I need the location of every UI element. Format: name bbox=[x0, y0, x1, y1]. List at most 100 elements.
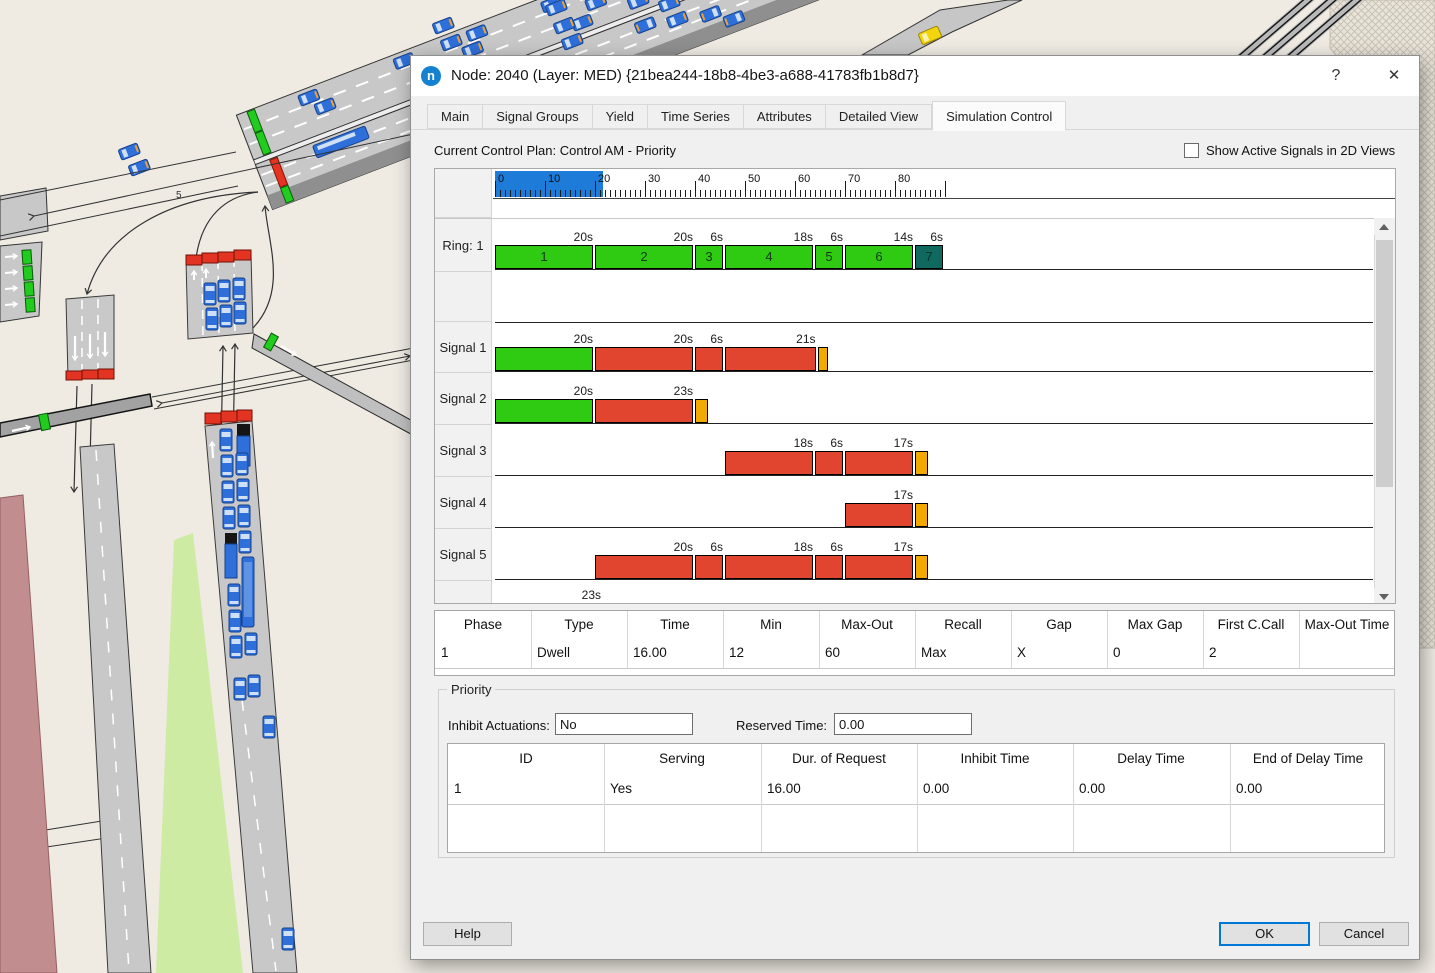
priority-table-cell: 0.00 bbox=[917, 781, 1073, 799]
phase-table-header: Max Gap bbox=[1107, 617, 1203, 635]
ruler-tick bbox=[520, 190, 521, 197]
phase-table-cell[interactable]: 12 bbox=[723, 645, 819, 663]
ruler-tick bbox=[590, 190, 591, 197]
phase-table-cell[interactable]: 0 bbox=[1107, 645, 1203, 663]
row-label-empty bbox=[435, 581, 492, 604]
ruler-tick bbox=[615, 190, 616, 197]
ruler-tick bbox=[815, 190, 816, 197]
ruler-tick bbox=[695, 181, 696, 197]
ruler-tick bbox=[880, 190, 881, 197]
tab-attributes[interactable]: Attributes bbox=[744, 104, 826, 129]
ring-phase-number: 6 bbox=[846, 249, 912, 264]
ruler-tick-label: 80 bbox=[898, 173, 910, 185]
ruler-tick bbox=[570, 190, 571, 197]
dialog-help-icon[interactable]: ? bbox=[1323, 56, 1349, 96]
ruler-tick bbox=[925, 190, 926, 197]
phase-table-header: Gap bbox=[1011, 617, 1107, 635]
row-label-signal-3: Signal 3 bbox=[435, 425, 492, 477]
row-baseline bbox=[495, 371, 1373, 372]
signal-state-segment bbox=[845, 503, 913, 527]
row-label-empty bbox=[435, 272, 492, 322]
segment-duration-label: 17s bbox=[869, 540, 913, 554]
ruler-tick bbox=[600, 190, 601, 197]
west-approach bbox=[0, 242, 42, 322]
signal-state-segment bbox=[725, 451, 813, 475]
rows-top-divider bbox=[435, 218, 1396, 219]
segment-duration-label: 20s bbox=[549, 384, 593, 398]
tab-signal-groups[interactable]: Signal Groups bbox=[483, 104, 592, 129]
ruler-tick bbox=[625, 190, 626, 197]
ruler-tick bbox=[670, 190, 671, 197]
row-label-signal-1: Signal 1 bbox=[435, 322, 492, 373]
ruler-tick bbox=[705, 190, 706, 197]
signal-state-segment bbox=[495, 347, 593, 371]
phase-table-cell[interactable]: 1 bbox=[435, 645, 531, 663]
phase-table-cell[interactable]: 60 bbox=[819, 645, 915, 663]
ruler-tick bbox=[795, 181, 796, 197]
app-icon: n bbox=[421, 66, 441, 86]
ruler-tick-label: 10 bbox=[548, 173, 560, 185]
ring-phase-number: 7 bbox=[916, 249, 942, 264]
show-active-signals-checkbox[interactable] bbox=[1184, 143, 1199, 158]
ruler-tick bbox=[545, 181, 546, 197]
tab-bar: MainSignal GroupsYieldTime SeriesAttribu… bbox=[427, 104, 1066, 130]
ring-phase-number: 1 bbox=[496, 249, 592, 264]
ruler-tick bbox=[775, 190, 776, 197]
ruler-tick bbox=[680, 190, 681, 197]
scrollbar-thumb[interactable] bbox=[1376, 240, 1393, 487]
signal-state-segment bbox=[695, 347, 723, 371]
ruler-tick-label: 0 bbox=[498, 173, 504, 185]
ruler-tick bbox=[910, 190, 911, 197]
tab-time-series[interactable]: Time Series bbox=[648, 104, 744, 129]
phase-table-header: Recall bbox=[915, 617, 1011, 635]
phase-table-header: Max-Out Time bbox=[1299, 617, 1395, 635]
phase-table-header: Type bbox=[531, 617, 627, 635]
ruler-tick bbox=[890, 190, 891, 197]
phase-table-cell[interactable]: 16.00 bbox=[627, 645, 723, 663]
ruler-tick bbox=[660, 190, 661, 197]
row-baseline bbox=[495, 423, 1373, 424]
ruler-tick bbox=[945, 181, 946, 197]
ruler-tick bbox=[780, 190, 781, 197]
phase-table-cell[interactable]: Dwell bbox=[531, 645, 627, 663]
ruler-tick bbox=[915, 190, 916, 197]
dialog-close-icon[interactable]: ✕ bbox=[1379, 56, 1409, 96]
cancel-button[interactable]: Cancel bbox=[1319, 922, 1409, 946]
help-button[interactable]: Help bbox=[423, 922, 512, 946]
ruler-tick bbox=[870, 190, 871, 197]
segment-duration-label: 6s bbox=[799, 230, 843, 244]
ring-phase-segment: 6 bbox=[845, 245, 913, 269]
phase-table-cell[interactable]: X bbox=[1011, 645, 1107, 663]
scroll-up-button[interactable] bbox=[1374, 218, 1395, 235]
ruler-tick bbox=[565, 190, 566, 197]
tab-detailed-view[interactable]: Detailed View bbox=[826, 104, 932, 129]
ruler-tick bbox=[715, 190, 716, 197]
ok-button[interactable]: OK bbox=[1219, 922, 1310, 946]
reserved-time-input[interactable] bbox=[834, 713, 972, 735]
tab-main[interactable]: Main bbox=[427, 104, 483, 129]
phase-table-cell[interactable]: 2 bbox=[1203, 645, 1299, 663]
inhibit-actuations-input[interactable] bbox=[555, 713, 693, 735]
ring-phase-segment: 2 bbox=[595, 245, 693, 269]
phase-table-cell[interactable] bbox=[1299, 645, 1395, 663]
scroll-down-button[interactable] bbox=[1374, 588, 1395, 604]
timeline-panel[interactable]: 01020304050607080Ring: 1120s220s36s418s5… bbox=[434, 168, 1396, 604]
phase-table-cell[interactable]: Max bbox=[915, 645, 1011, 663]
ruler-tick bbox=[840, 190, 841, 197]
phase-table-header: Max-Out bbox=[819, 617, 915, 635]
ruler-tick bbox=[635, 190, 636, 197]
phase-table-header: Min bbox=[723, 617, 819, 635]
ruler-baseline bbox=[493, 198, 1395, 199]
ruler-tick bbox=[650, 190, 651, 197]
ruler-tick-label: 60 bbox=[798, 173, 810, 185]
segment-duration-label: 6s bbox=[799, 540, 843, 554]
ring-phase-segment: 5 bbox=[815, 245, 843, 269]
ruler-tick-label: 20 bbox=[598, 173, 610, 185]
ring-phase-segment: 3 bbox=[695, 245, 723, 269]
priority-table: ID1ServingYesDur. of Request16.00Inhibit… bbox=[447, 743, 1385, 853]
tab-simulation-control[interactable]: Simulation Control bbox=[932, 101, 1066, 131]
row-label-signal-4: Signal 4 bbox=[435, 477, 492, 529]
dialog-titlebar[interactable]: n Node: 2040 (Layer: MED) {21bea244-18b8… bbox=[411, 56, 1419, 96]
tab-yield[interactable]: Yield bbox=[593, 104, 648, 129]
ruler-tick bbox=[740, 190, 741, 197]
